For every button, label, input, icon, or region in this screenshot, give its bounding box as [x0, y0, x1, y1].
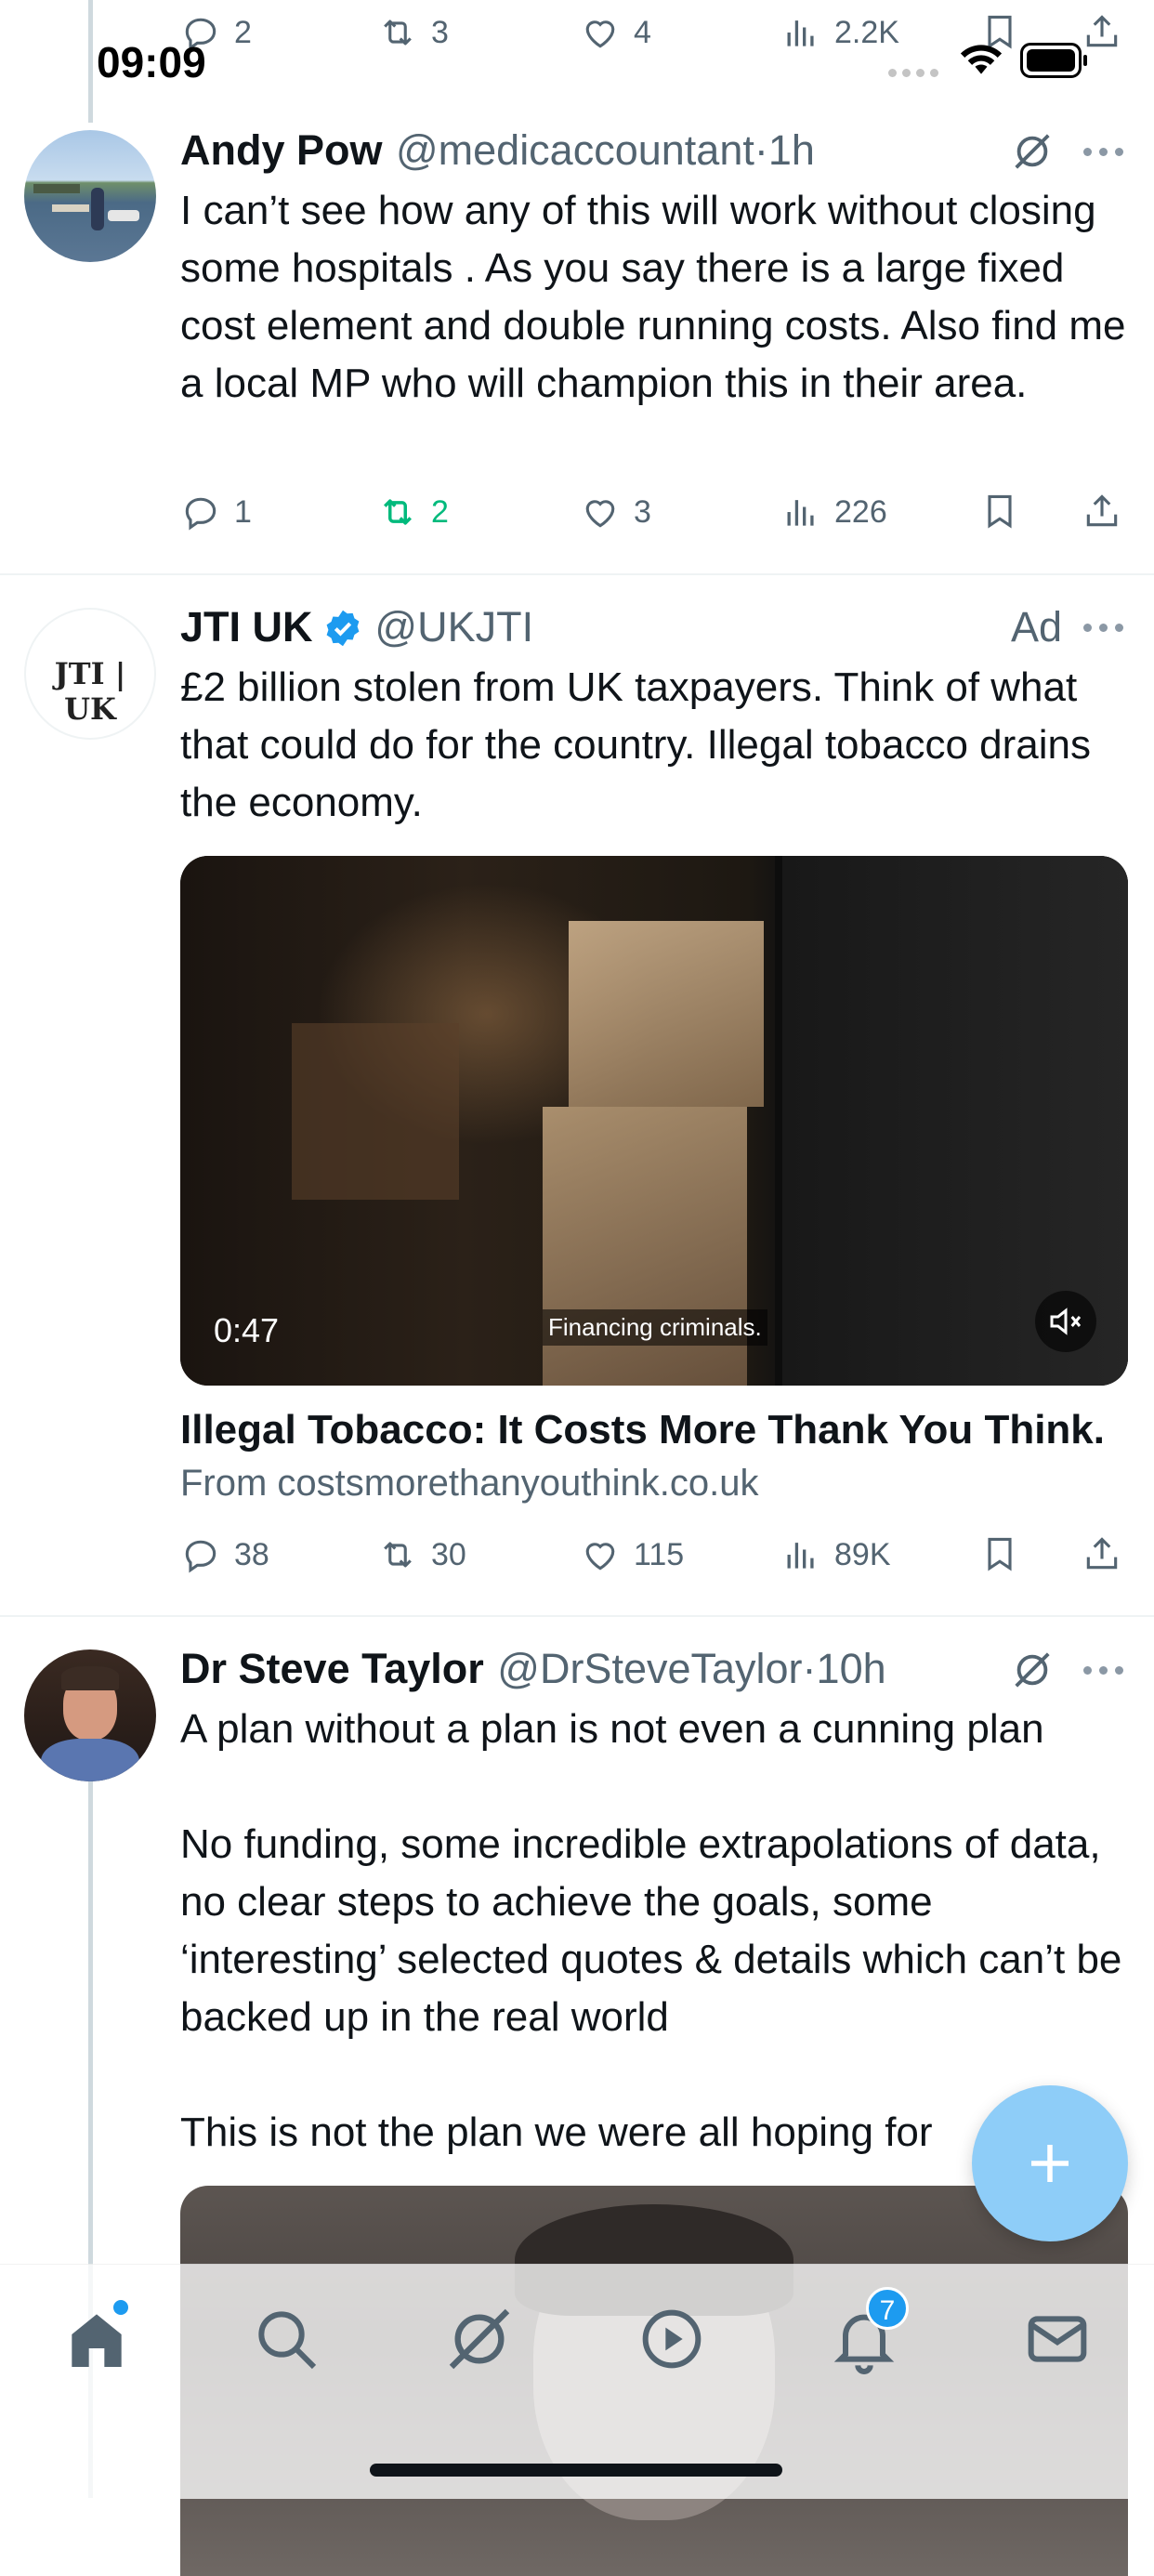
notifications-badge: 7 — [866, 2287, 909, 2330]
repost-count: 3 — [431, 14, 449, 50]
like-count: 115 — [634, 1536, 685, 1572]
tab-video[interactable] — [635, 2302, 709, 2376]
reply-button[interactable]: 38 — [180, 1522, 269, 1587]
views-button[interactable]: 2.2K — [780, 0, 899, 65]
repost-count: 2 — [431, 493, 449, 530]
search-icon — [258, 2311, 317, 2370]
card-title[interactable]: Illegal Tobacco: It Costs More Thank You… — [180, 1407, 1105, 1453]
repost-button[interactable]: 2 — [377, 480, 449, 545]
share-icon[interactable] — [1082, 1533, 1122, 1574]
status-time: 09:09 — [97, 38, 206, 86]
repost-count: 30 — [431, 1536, 466, 1572]
plus-icon — [1031, 2145, 1069, 2182]
bookmark-icon[interactable] — [979, 1533, 1020, 1574]
reply-icon — [185, 1540, 216, 1573]
author-name[interactable]: Dr Steve Taylor — [180, 1645, 484, 1692]
tweet-actions: 38 30 115 89K — [0, 1522, 1154, 1587]
grok-icon — [449, 2308, 510, 2370]
author-handle[interactable]: @medicaccountant — [396, 126, 754, 174]
author-handle[interactable]: @DrSteveTaylor — [497, 1645, 802, 1692]
more-options-icon[interactable] — [1083, 1663, 1124, 1676]
heart-icon — [585, 500, 615, 528]
video-player[interactable]: 0:47 Financing criminals. — [180, 856, 1128, 1386]
divider — [0, 573, 1154, 575]
home-indicator — [370, 2464, 782, 2477]
tweet-time: 1h — [767, 126, 815, 174]
author-handle[interactable]: @UKJTI — [374, 603, 533, 651]
like-count: 3 — [634, 493, 651, 530]
views-button[interactable]: 226 — [780, 480, 887, 545]
repost-button[interactable]: 3 — [377, 0, 449, 65]
grok-icon[interactable] — [1011, 130, 1054, 173]
battery-icon — [1020, 43, 1087, 78]
heart-icon — [585, 20, 615, 48]
separator-dot: · — [754, 126, 768, 174]
tweet-header: Dr Steve Taylor @DrSteveTaylor·10h — [180, 1641, 886, 1697]
author-name[interactable]: Andy Pow — [180, 126, 383, 174]
compose-button[interactable] — [972, 2085, 1128, 2241]
tab-bar: 7 — [0, 2264, 1154, 2499]
grok-icon[interactable] — [1011, 1649, 1054, 1691]
video-box — [292, 1023, 459, 1200]
reply-icon — [185, 497, 216, 531]
share-icon[interactable] — [1082, 491, 1122, 532]
bookmark-icon[interactable] — [979, 491, 1020, 532]
avatar[interactable] — [24, 130, 156, 262]
divider — [0, 1615, 1154, 1617]
new-posts-dot — [113, 2300, 128, 2315]
video-caption: Financing criminals. — [543, 1309, 767, 1346]
avatar[interactable] — [24, 1649, 156, 1781]
play-circle-icon — [642, 2309, 702, 2369]
video-duration: 0:47 — [214, 1311, 280, 1349]
reply-count: 38 — [234, 1536, 269, 1572]
reply-button[interactable]: 1 — [180, 480, 252, 545]
like-button[interactable]: 4 — [580, 0, 651, 65]
tab-grok[interactable] — [442, 2302, 517, 2376]
like-button[interactable]: 115 — [580, 1522, 684, 1587]
like-count: 4 — [634, 14, 651, 50]
tweet-text: I can’t see how any of this will work wi… — [180, 188, 1126, 406]
separator-dot: · — [802, 1645, 817, 1692]
ad-label: Ad — [1011, 603, 1063, 651]
tweet-text: A plan without a plan is not even a cunn… — [180, 1706, 1122, 2155]
cellular-signal-icon — [888, 69, 940, 78]
like-button[interactable]: 3 — [580, 480, 651, 545]
views-icon — [787, 20, 814, 46]
view-count: 89K — [834, 1536, 891, 1572]
repost-button[interactable]: 30 — [377, 1522, 466, 1587]
tab-notifications[interactable]: 7 — [827, 2287, 909, 2376]
views-icon — [787, 500, 814, 526]
more-options-icon[interactable] — [1083, 621, 1124, 634]
tweet-header: Andy Pow @medicaccountant·1h — [180, 123, 815, 178]
tweet-text: £2 billion stolen from UK taxpayers. Thi… — [180, 664, 1091, 825]
view-count: 226 — [834, 493, 887, 530]
views-icon — [787, 1543, 814, 1569]
avatar[interactable]: JTI | UK — [24, 608, 156, 740]
video-box — [569, 921, 764, 1107]
tweet-time: 10h — [816, 1645, 886, 1692]
tab-messages[interactable] — [1020, 2302, 1095, 2376]
author-name[interactable]: JTI UK — [180, 603, 313, 651]
tweet-actions: 1 2 3 226 — [0, 480, 1154, 545]
muted-speaker-icon — [1050, 1308, 1082, 1335]
repost-icon — [384, 20, 412, 46]
tweet-header: JTI UK @UKJTI — [180, 599, 533, 655]
view-count: 2.2K — [834, 14, 899, 50]
views-button[interactable]: 89K — [780, 1522, 891, 1587]
verified-badge-icon — [326, 610, 360, 647]
heart-icon — [585, 1543, 615, 1571]
mute-button[interactable] — [1035, 1291, 1096, 1352]
jti-logo: JTI | UK — [54, 656, 126, 727]
tab-search[interactable] — [249, 2302, 323, 2376]
wifi-icon — [960, 45, 1003, 74]
repost-icon — [384, 499, 412, 525]
more-options-icon[interactable] — [1083, 145, 1124, 158]
repost-icon — [384, 1542, 412, 1568]
reply-count: 2 — [234, 14, 252, 50]
tab-home[interactable] — [59, 2300, 134, 2376]
share-icon[interactable] — [1082, 11, 1122, 52]
reply-count: 1 — [234, 493, 252, 530]
envelope-icon — [1028, 2316, 1087, 2362]
card-source[interactable]: From costsmorethanyouthink.co.uk — [180, 1463, 758, 1505]
